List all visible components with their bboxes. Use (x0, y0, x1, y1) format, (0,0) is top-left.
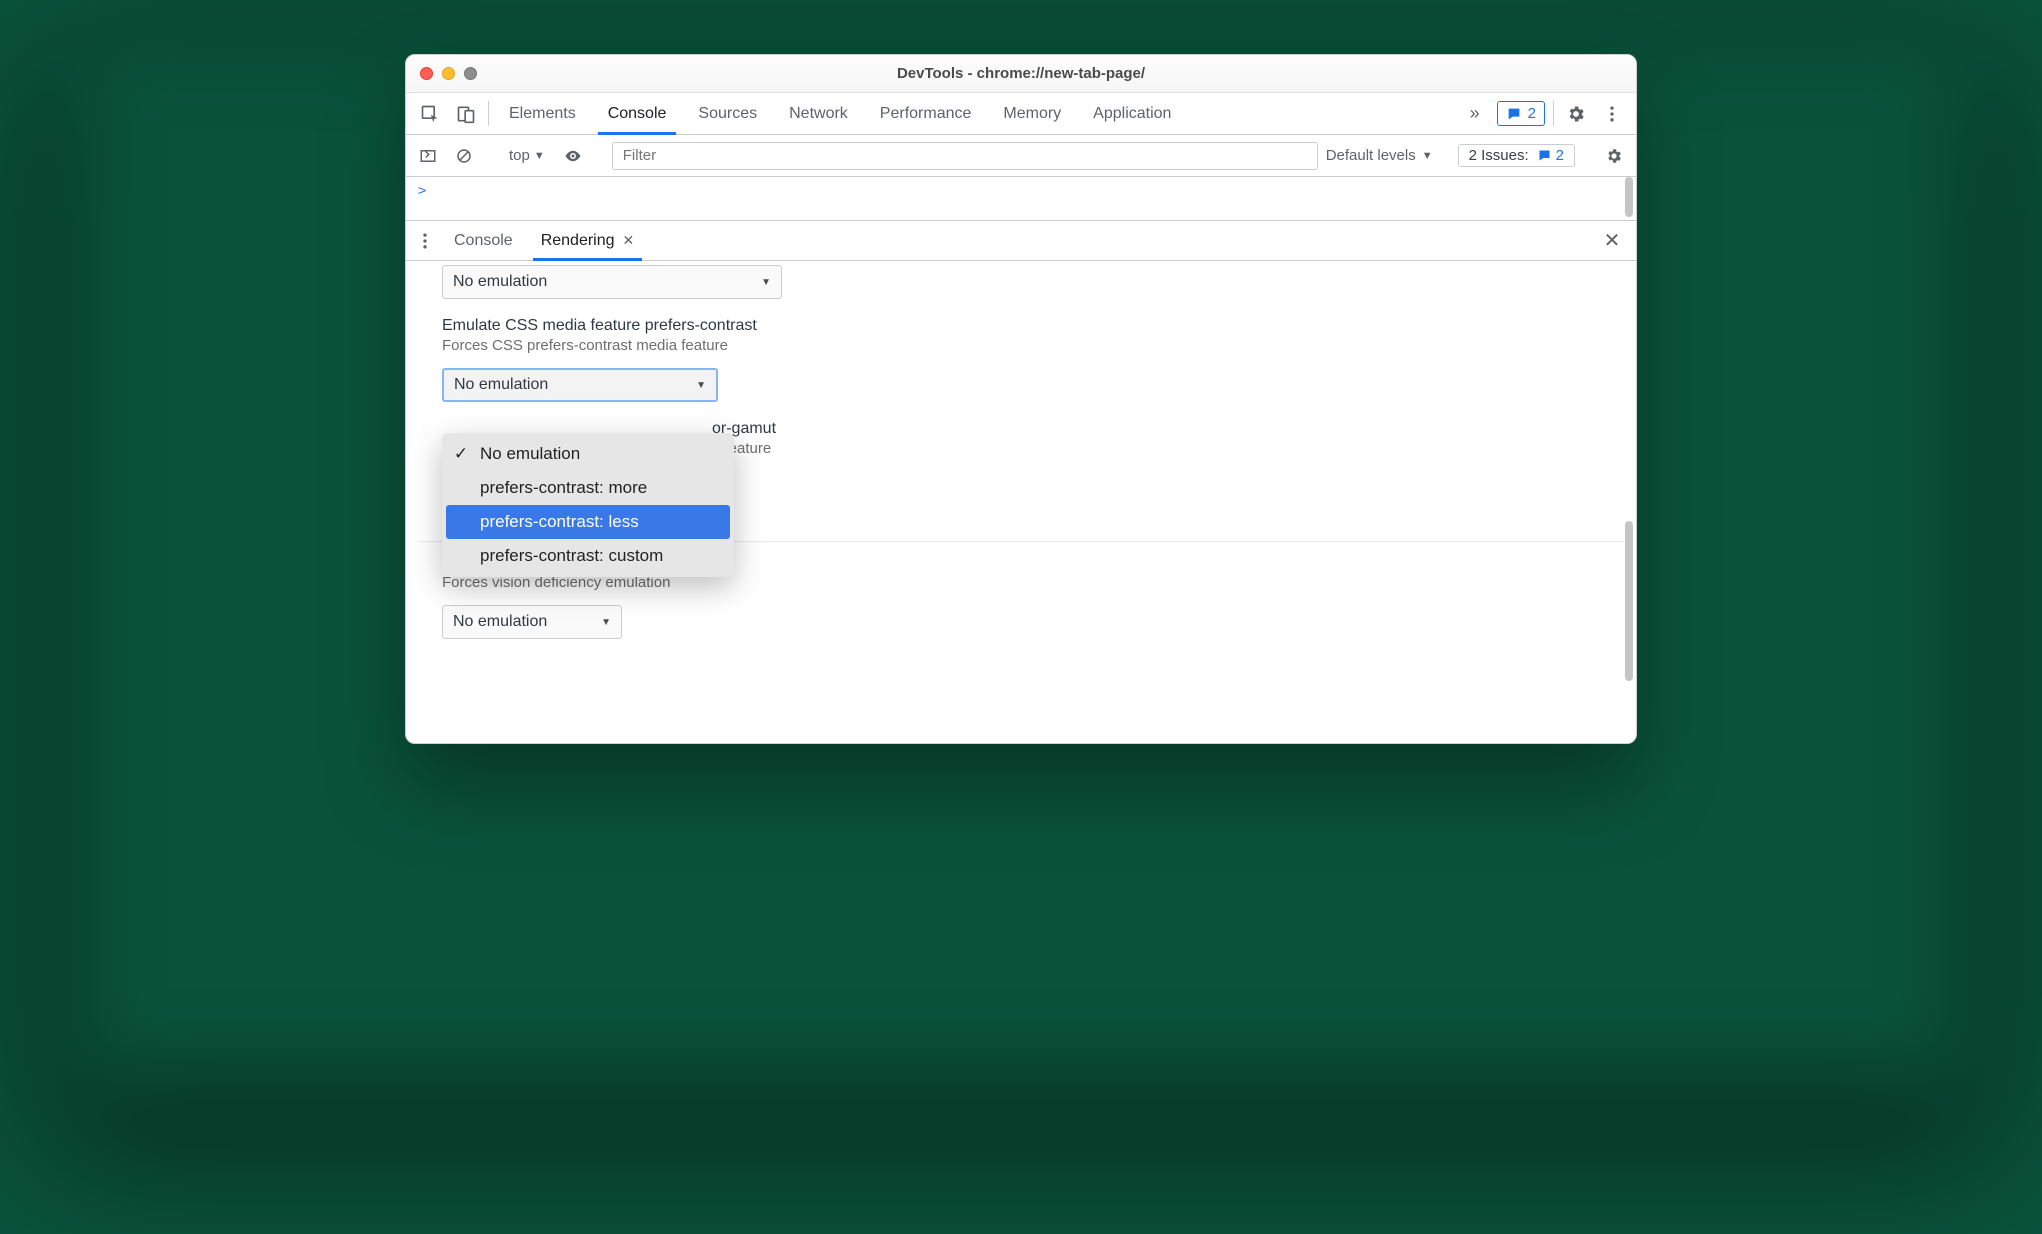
select-value: No emulation (454, 376, 548, 394)
tab-performance[interactable]: Performance (864, 93, 988, 134)
close-drawer-icon[interactable]: ✕ (1592, 221, 1632, 260)
device-toolbar-icon[interactable] (448, 93, 484, 134)
caret-down-icon: ▼ (761, 277, 771, 288)
tab-label: Performance (880, 105, 972, 123)
live-expression-icon[interactable] (559, 142, 587, 170)
toggle-sidebar-icon[interactable] (414, 142, 442, 170)
option-no-emulation[interactable]: ✓ No emulation (442, 437, 734, 471)
tab-label: Elements (509, 105, 576, 123)
clear-console-icon[interactable] (450, 142, 478, 170)
option-label: prefers-contrast: less (480, 512, 639, 532)
scrollbar-thumb[interactable] (1625, 177, 1633, 217)
section-title-tail: or-gamut (712, 420, 1600, 438)
tab-sources[interactable]: Sources (682, 93, 773, 134)
issues-chip: 2 (1537, 147, 1564, 164)
rendering-panel: No emulation ▼ Emulate CSS media feature… (406, 261, 1636, 743)
select-value: No emulation (453, 613, 547, 631)
divider (1553, 101, 1554, 126)
caret-down-icon: ▼ (1422, 150, 1433, 162)
titlebar: DevTools - chrome://new-tab-page/ (406, 55, 1636, 93)
filter-field[interactable] (612, 142, 1318, 170)
window-title: DevTools - chrome://new-tab-page/ (406, 65, 1636, 82)
context-label: top (509, 147, 530, 164)
inspect-element-icon[interactable] (412, 93, 448, 134)
tab-application[interactable]: Application (1077, 93, 1187, 134)
caret-down-icon: ▼ (696, 380, 706, 391)
option-contrast-custom[interactable]: ✓ prefers-contrast: custom (442, 539, 734, 573)
drawer-tab-console[interactable]: Console (440, 221, 527, 260)
kebab-menu-icon[interactable] (410, 221, 440, 260)
tabs-overflow-icon[interactable]: » (1457, 93, 1493, 134)
filter-input[interactable] (612, 142, 1318, 170)
kebab-menu-icon[interactable] (1594, 93, 1630, 134)
option-label: prefers-contrast: more (480, 478, 647, 498)
check-icon: ✓ (452, 444, 470, 464)
divider (488, 101, 489, 126)
issues-count: 2 (1556, 147, 1564, 164)
select-value: No emulation (453, 273, 547, 291)
option-contrast-less[interactable]: ✓ prefers-contrast: less (446, 505, 730, 539)
tab-console[interactable]: Console (592, 93, 683, 134)
tab-memory[interactable]: Memory (987, 93, 1077, 134)
drawer-tab-rendering[interactable]: Rendering ✕ (527, 221, 649, 260)
tab-label: Rendering (541, 232, 615, 250)
tab-label: Console (454, 232, 513, 250)
console-body[interactable]: > (406, 177, 1636, 221)
scrollbar-thumb[interactable] (1625, 521, 1633, 681)
issues-label: 2 Issues: (1469, 147, 1529, 164)
gear-icon[interactable] (1600, 142, 1628, 170)
tab-label: Console (608, 105, 667, 123)
caret-down-icon: ▼ (601, 617, 611, 628)
tab-label: Memory (1003, 105, 1061, 123)
option-label: prefers-contrast: custom (480, 546, 663, 566)
section-subtitle-tail: a feature (712, 440, 1600, 457)
close-tab-icon[interactable]: ✕ (623, 232, 635, 249)
select-prefers-contrast[interactable]: No emulation ▼ (442, 368, 718, 402)
gear-icon[interactable] (1558, 93, 1594, 134)
devtools-window: DevTools - chrome://new-tab-page/ Elemen… (405, 54, 1637, 744)
tab-label: Application (1093, 105, 1171, 123)
tab-network[interactable]: Network (773, 93, 864, 134)
levels-label: Default levels (1326, 147, 1416, 164)
main-tabs: Elements Console Sources Network Perform… (406, 93, 1636, 135)
option-label: No emulation (480, 444, 580, 464)
context-selector[interactable]: top ▼ (503, 147, 551, 164)
option-contrast-more[interactable]: ✓ prefers-contrast: more (442, 471, 734, 505)
issues-button[interactable]: 2 Issues: 2 (1458, 144, 1575, 167)
comments-badge[interactable]: 2 (1497, 101, 1545, 126)
select-vision-deficiency[interactable]: No emulation ▼ (442, 605, 622, 639)
tab-label: Sources (698, 105, 757, 123)
dropdown-prefers-contrast[interactable]: ✓ No emulation ✓ prefers-contrast: more … (442, 433, 734, 577)
console-toolbar: top ▼ Default levels ▼ 2 Issues: 2 (406, 135, 1636, 177)
select-no-emulation-top[interactable]: No emulation ▼ (442, 265, 782, 299)
main-tab-list: Elements Console Sources Network Perform… (493, 93, 1187, 134)
tab-elements[interactable]: Elements (493, 93, 592, 134)
section-subtitle: Forces CSS prefers-contrast media featur… (442, 337, 1600, 354)
drawer-tabs: Console Rendering ✕ ✕ (406, 221, 1636, 261)
caret-down-icon: ▼ (534, 150, 545, 162)
console-prompt: > (418, 183, 426, 199)
levels-selector[interactable]: Default levels ▼ (1326, 147, 1433, 164)
comments-count: 2 (1528, 105, 1536, 122)
tab-label: Network (789, 105, 848, 123)
section-title: Emulate CSS media feature prefers-contra… (442, 317, 1600, 335)
section-prefers-contrast: Emulate CSS media feature prefers-contra… (406, 311, 1636, 414)
